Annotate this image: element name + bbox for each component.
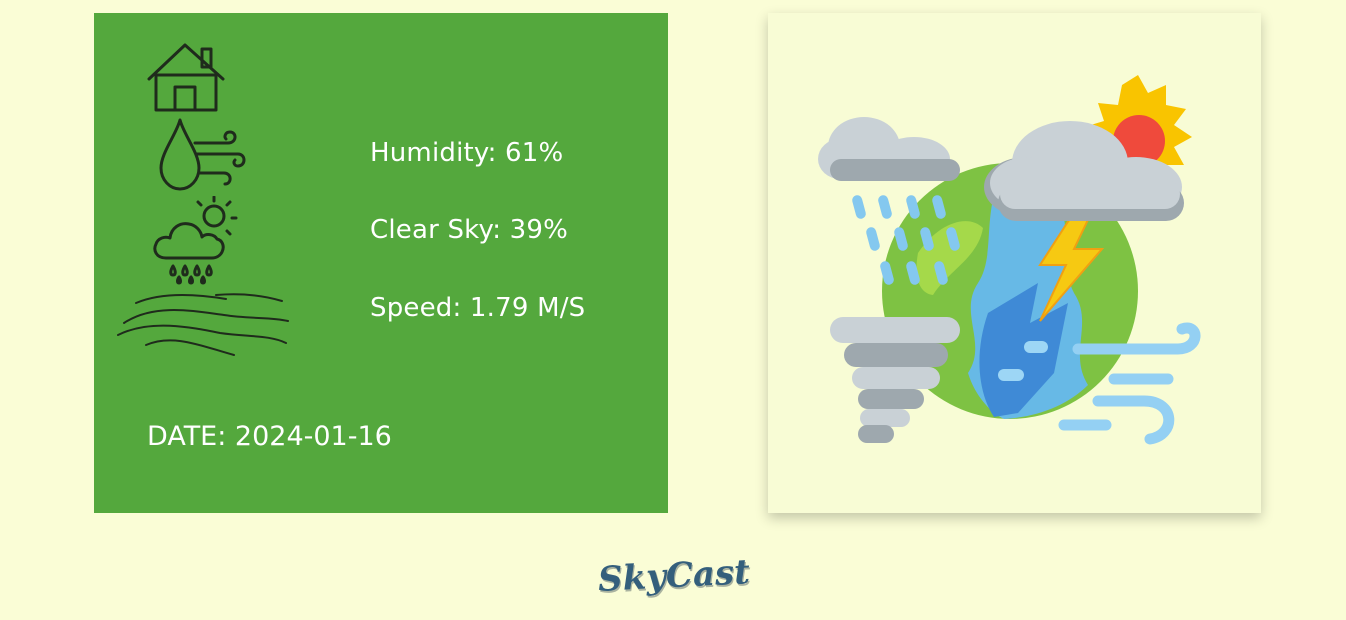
wind-speed-stat: Speed: 1.79 M/S [370, 293, 586, 323]
illustration-card [768, 13, 1261, 513]
water-drop-wind-icon [159, 118, 246, 191]
date-label: DATE: 2024-01-16 [147, 421, 392, 452]
brand-logo[interactable]: SkyCast [597, 552, 751, 600]
weather-card: Humidity: 61% Clear Sky: 39% Speed: 1.79… [94, 13, 668, 513]
rain-cloud-icon [818, 117, 960, 181]
cloud-sun-rain-icon [153, 196, 238, 285]
house-icon [147, 43, 225, 112]
humidity-stat: Humidity: 61% [370, 138, 564, 168]
weather-globe-illustration [818, 75, 1201, 445]
weather-icon-column [94, 13, 314, 393]
wind-waves-icon [117, 293, 289, 356]
clear-sky-stat: Clear Sky: 39% [370, 215, 569, 245]
